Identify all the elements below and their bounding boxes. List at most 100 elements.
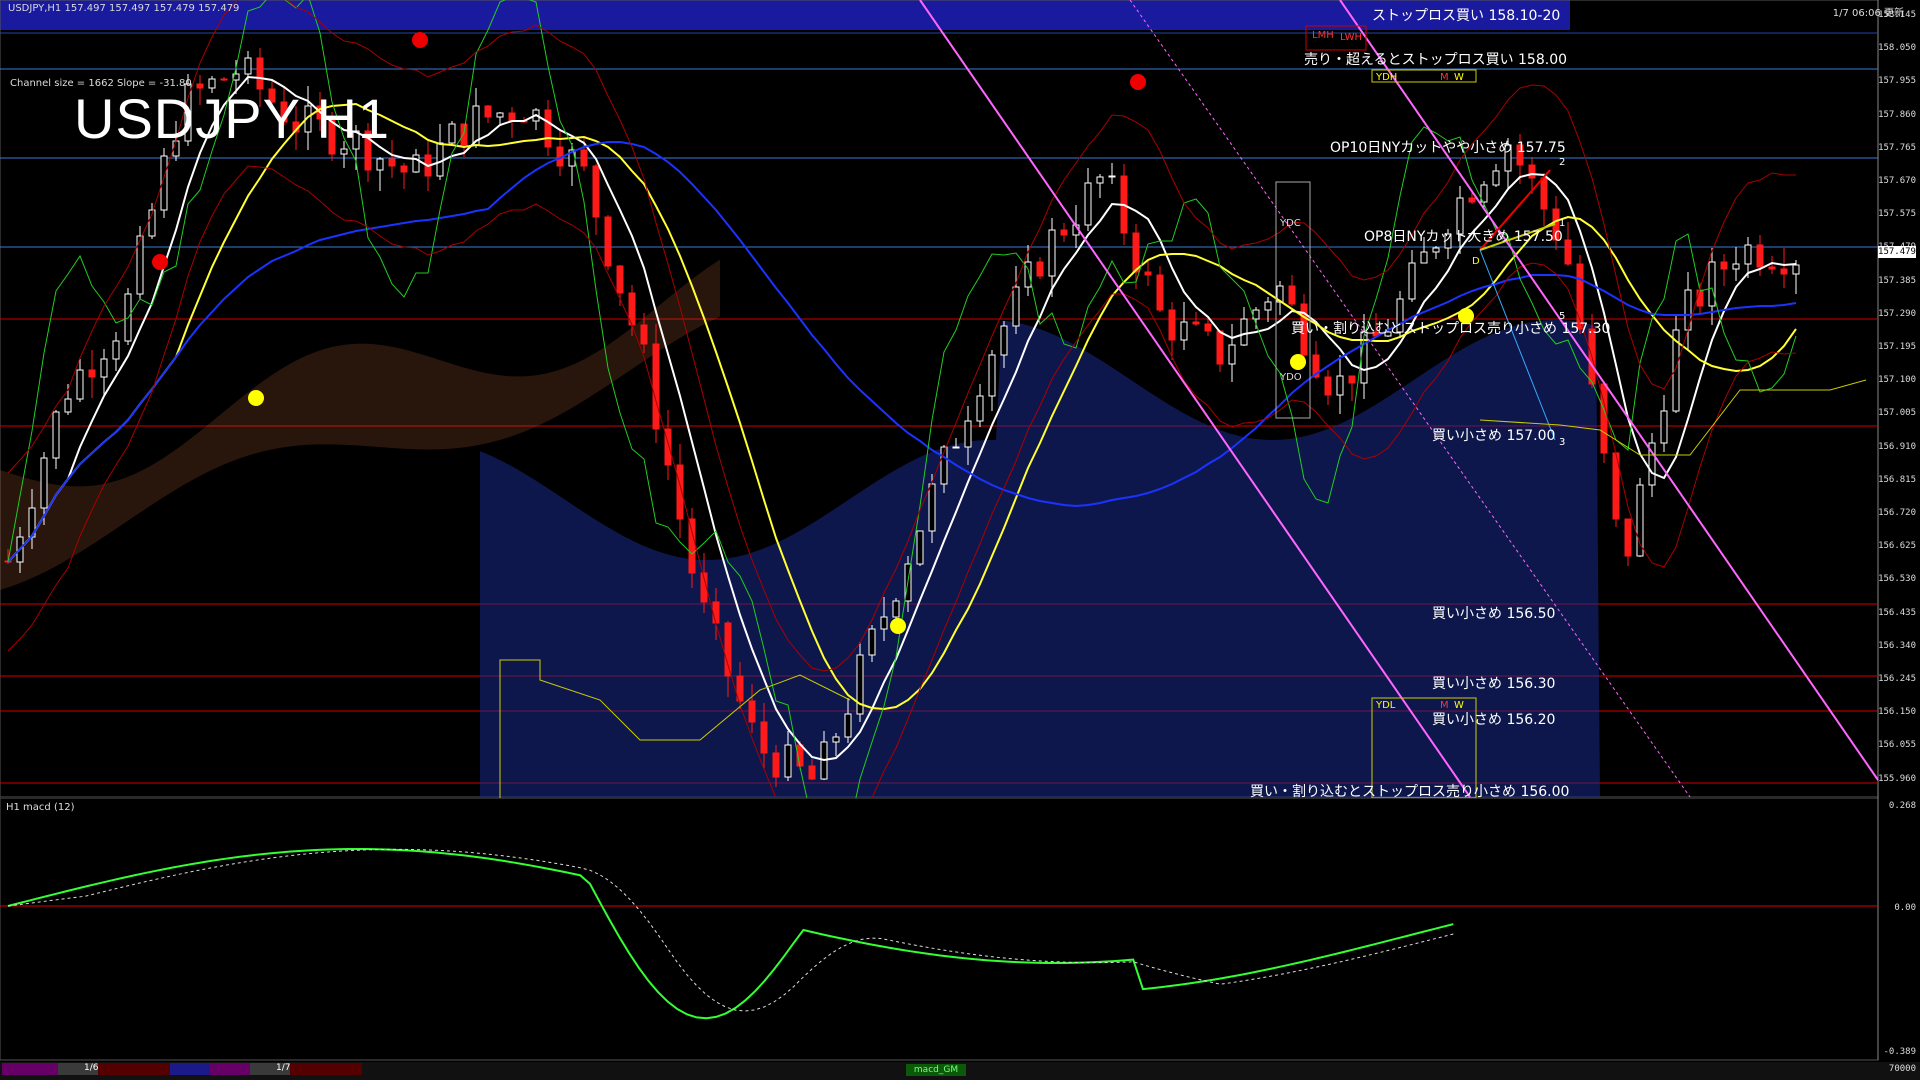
macd-indicator-panel[interactable] xyxy=(0,798,1920,1062)
candle-body xyxy=(1432,247,1440,253)
fractal-marker-icon xyxy=(248,390,264,406)
macd-axis-bottom: -0.389 xyxy=(1883,1047,1916,1057)
candle-body xyxy=(784,744,792,778)
macd-indicator-tab[interactable]: macd_GM xyxy=(906,1064,966,1076)
candle-body xyxy=(616,265,624,294)
fib-marker-3: 3 xyxy=(1559,437,1566,448)
d-marker: D xyxy=(1472,256,1480,267)
candle-body xyxy=(1264,301,1272,311)
period-segment-1[interactable] xyxy=(2,1063,58,1075)
macd-axis-top: 0.268 xyxy=(1888,801,1916,811)
candle-body xyxy=(1696,289,1704,307)
price-tick-label: 156.720 xyxy=(1878,508,1916,518)
candle-body xyxy=(1324,376,1332,396)
price-tick-label: 157.100 xyxy=(1878,375,1916,386)
level-label-158-00: 売り・超えるとストップロス買い 158.00 xyxy=(1304,52,1568,68)
macd-signal-line xyxy=(7,848,1454,1012)
period-segment-5[interactable] xyxy=(210,1063,250,1075)
macd-main-line xyxy=(7,847,1454,1020)
trading-terminal: USDJPY,H1 157.497 157.497 157.479 157.47… xyxy=(0,0,1920,1080)
candle-body xyxy=(988,354,996,397)
price-tick-label: 156.625 xyxy=(1878,541,1916,552)
fractal-marker-icon xyxy=(1290,354,1306,370)
candle-body xyxy=(460,123,468,146)
candle-body xyxy=(544,109,552,148)
candle-body xyxy=(760,721,768,754)
candle-body xyxy=(1000,325,1008,356)
w-marker-bottom: W xyxy=(1454,700,1464,711)
candle-body xyxy=(1708,261,1716,307)
candle-body xyxy=(1744,244,1752,265)
candle-body xyxy=(1492,170,1500,186)
candle-body xyxy=(1048,229,1056,277)
fractal-marker-icon xyxy=(152,254,168,270)
candle-body xyxy=(880,616,888,630)
price-tick-label: 155.960 xyxy=(1878,773,1916,784)
candle-body xyxy=(436,142,444,177)
candle-body xyxy=(712,601,720,624)
price-tick-label: 156.340 xyxy=(1878,640,1916,651)
candle-body xyxy=(604,216,612,267)
price-tick-label: 156.245 xyxy=(1878,674,1916,684)
candle-body xyxy=(1060,229,1068,236)
candle-body xyxy=(496,112,504,118)
level-label-157-50: OP8日NYカット大きめ 157.50 xyxy=(1364,229,1563,245)
candle-body xyxy=(640,324,648,345)
candle-body xyxy=(1732,263,1740,270)
candle-body xyxy=(772,752,780,778)
period-segment-7[interactable] xyxy=(290,1063,362,1075)
candle-body xyxy=(1336,375,1344,396)
price-tick-label: 157.575 xyxy=(1878,209,1916,220)
candle-body xyxy=(1768,266,1776,270)
ydl-marker: YDL xyxy=(1376,700,1396,711)
candle-body xyxy=(1624,518,1632,557)
price-tick-label: 157.385 xyxy=(1878,275,1916,286)
m-marker-top: M xyxy=(1440,72,1449,83)
candle-body xyxy=(1096,176,1104,184)
candle-body xyxy=(76,369,84,400)
macd-axis-zero: 0.00 xyxy=(1894,903,1916,913)
price-tick-label: 156.055 xyxy=(1878,740,1916,751)
price-tick-label: 157.670 xyxy=(1878,176,1916,186)
candle-body xyxy=(1216,330,1224,365)
candle-body xyxy=(1792,264,1800,275)
candle-body xyxy=(1408,262,1416,300)
candle-body xyxy=(808,765,816,780)
candle-body xyxy=(1528,164,1536,179)
candle-body xyxy=(400,165,408,173)
level-label-156-50: 買い小さめ 156.50 xyxy=(1432,606,1556,622)
candle-body xyxy=(376,158,384,171)
period-segment-3[interactable] xyxy=(98,1063,170,1075)
candle-body xyxy=(412,154,420,173)
price-tick-label: 157.290 xyxy=(1878,308,1916,319)
candle-body xyxy=(1108,175,1116,178)
candle-body xyxy=(448,123,456,144)
fractal-marker-icon xyxy=(1130,74,1146,90)
candle-body xyxy=(1468,197,1476,203)
candle-body xyxy=(1564,239,1572,265)
candle-body xyxy=(592,165,600,218)
price-tick-label: 158.050 xyxy=(1878,43,1916,54)
macd-frame xyxy=(0,798,1879,1061)
candle-body xyxy=(916,530,924,565)
candle-body xyxy=(1144,271,1152,276)
candle-body xyxy=(892,600,900,618)
level-label-156-00: 買い・割り込むとストップロス売り小さめ 156.00 xyxy=(1250,784,1570,800)
candle-body xyxy=(832,736,840,743)
candle-body xyxy=(1780,268,1788,275)
price-tick-label: 158.145 xyxy=(1878,10,1916,20)
lmh-marker: LMH xyxy=(1312,30,1334,41)
candle-body xyxy=(244,57,252,75)
candle-body xyxy=(112,340,120,360)
period-segment-4[interactable] xyxy=(170,1063,210,1075)
candle-body xyxy=(1204,323,1212,332)
w-marker-top: W xyxy=(1454,72,1464,83)
candle-body xyxy=(40,457,48,509)
volume-axis-label: 70000 xyxy=(1888,1064,1916,1074)
fractal-marker-icon xyxy=(412,32,428,48)
candle-body xyxy=(652,343,660,430)
price-tick-label: 156.150 xyxy=(1878,707,1916,718)
candle-body xyxy=(88,369,96,378)
candle-body xyxy=(1240,318,1248,346)
price-tick-label: 156.910 xyxy=(1878,441,1916,452)
